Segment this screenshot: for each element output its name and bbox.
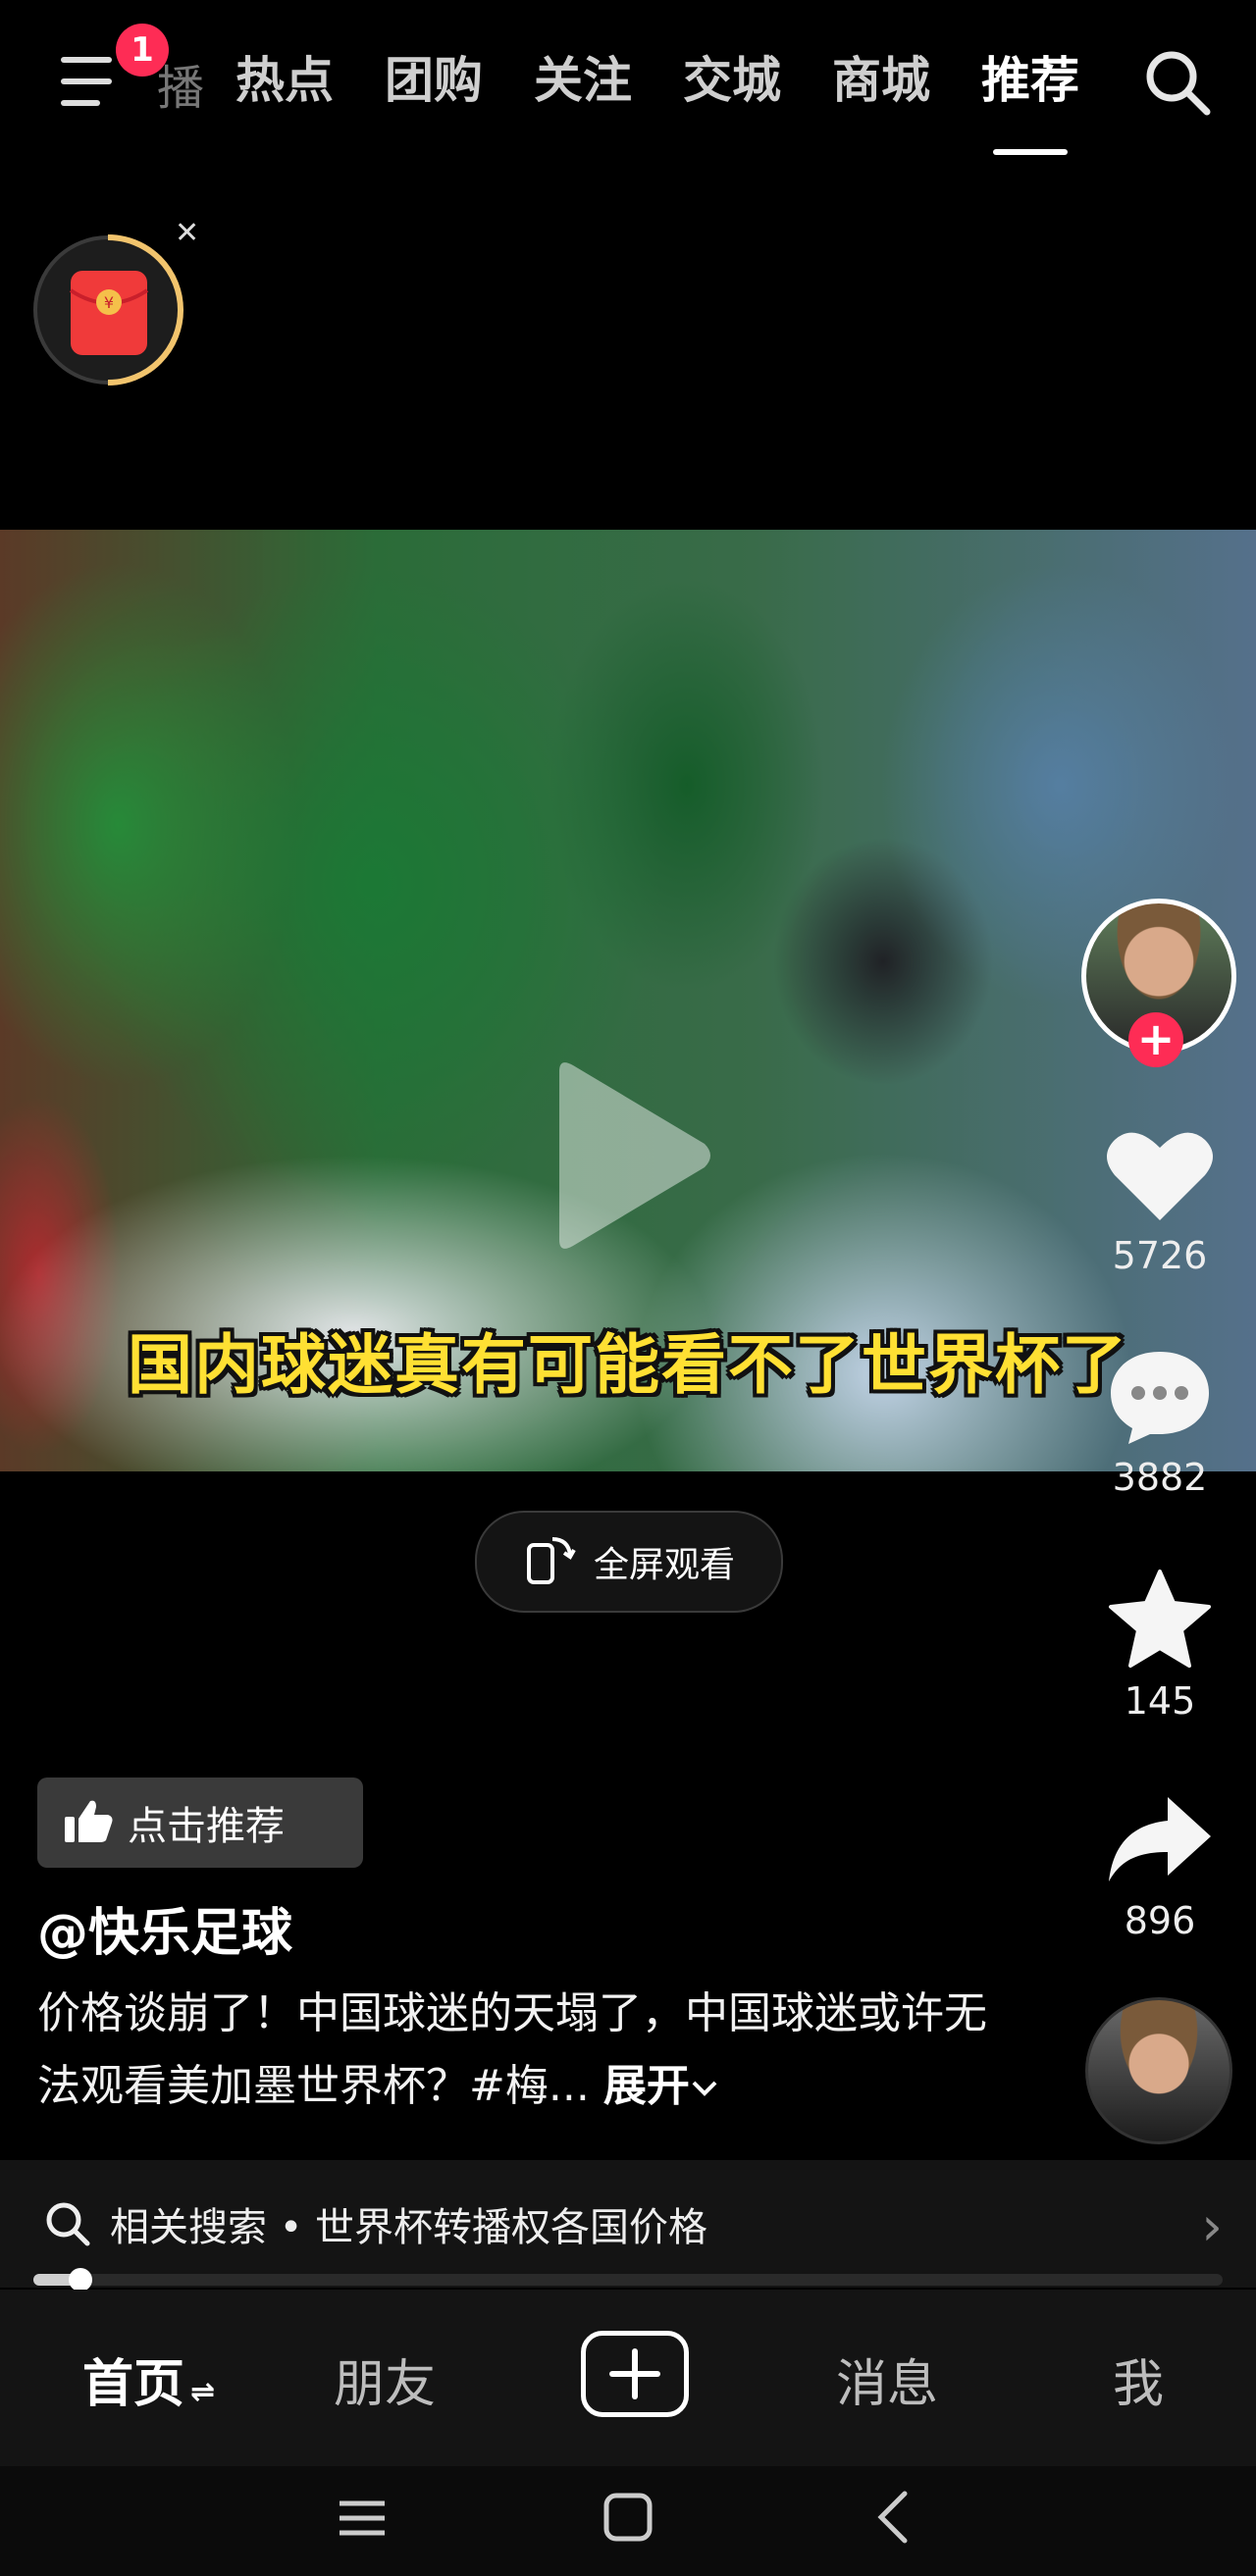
system-navigation-bar xyxy=(0,2466,1256,2576)
share-button[interactable]: 896 xyxy=(1081,1791,1238,1942)
favorite-count: 145 xyxy=(1124,1679,1196,1723)
music-disc-avatar[interactable] xyxy=(1085,1997,1232,2144)
red-packet-widget[interactable]: ¥ xyxy=(31,233,184,386)
related-search-text: 相关搜索 • 世界杯转播权各国价格 xyxy=(110,2205,708,2250)
play-icon[interactable] xyxy=(540,1057,716,1254)
nav-friends[interactable]: 朋友 xyxy=(334,2343,436,2416)
create-post-button[interactable] xyxy=(581,2331,689,2417)
author-name[interactable]: @快乐足球 xyxy=(37,1891,292,1965)
chevron-right-icon: › xyxy=(1201,2195,1223,2257)
video-description: 价格谈崩了！中国球迷的天塌了，中国球迷或许无法观看美加墨世界杯？#梅... 展开 xyxy=(37,1978,1019,2123)
recommend-button[interactable]: 点击推荐 xyxy=(37,1777,363,1868)
star-icon xyxy=(1107,1570,1213,1674)
progress-handle[interactable] xyxy=(69,2268,93,2292)
recent-apps-icon[interactable] xyxy=(338,2494,387,2547)
fullscreen-button[interactable]: 全屏观看 xyxy=(475,1511,783,1613)
top-tabs: 热点 团购 关注 交城 商城 推荐 xyxy=(236,41,1079,155)
expand-label: 展开 xyxy=(602,2061,690,2111)
description-text: 价格谈崩了！中国球迷的天塌了，中国球迷或许无法观看美加墨世界杯？#梅... xyxy=(37,1988,987,2111)
nav-home-label: 首页 xyxy=(82,2355,185,2414)
search-icon xyxy=(43,2199,92,2248)
svg-text:¥: ¥ xyxy=(104,293,114,312)
home-square-icon[interactable] xyxy=(602,2492,654,2547)
bottom-navigation: 首页 ⇌ 朋友 消息 我 xyxy=(0,2290,1256,2466)
like-count: 5726 xyxy=(1112,1234,1208,1277)
nav-me[interactable]: 我 xyxy=(1113,2343,1164,2416)
favorite-button[interactable]: 145 xyxy=(1081,1568,1238,1723)
tab-local[interactable]: 交城 xyxy=(683,41,781,112)
tab-group-buy[interactable]: 团购 xyxy=(385,41,483,112)
share-count: 896 xyxy=(1124,1899,1196,1942)
expand-button[interactable]: 展开 xyxy=(603,2061,719,2111)
nav-home[interactable]: 首页 ⇌ xyxy=(82,2343,215,2416)
heart-icon xyxy=(1105,1132,1215,1228)
follow-button[interactable]: + xyxy=(1128,1012,1183,1067)
menu-button[interactable] xyxy=(61,51,124,110)
video-caption: 国内球迷真有可能看不了世界杯了 xyxy=(128,1327,1128,1403)
video-progress-bar[interactable] xyxy=(33,2268,1223,2292)
tab-mall[interactable]: 商城 xyxy=(832,41,930,112)
comment-count: 3882 xyxy=(1112,1456,1208,1499)
close-icon[interactable]: ✕ xyxy=(175,216,199,250)
tab-following[interactable]: 关注 xyxy=(534,41,632,112)
live-tab-fragment[interactable]: 播 xyxy=(157,49,204,118)
tab-hot[interactable]: 热点 xyxy=(236,41,334,112)
tab-recommend[interactable]: 推荐 xyxy=(981,41,1079,155)
share-arrow-icon xyxy=(1105,1797,1215,1893)
fullscreen-label: 全屏观看 xyxy=(593,1545,735,1585)
search-icon[interactable] xyxy=(1138,43,1217,122)
related-search-bar[interactable]: 相关搜索 • 世界杯转播权各国价格 › xyxy=(0,2160,1256,2288)
rotate-phone-icon xyxy=(523,1533,576,1590)
like-button[interactable]: 5726 xyxy=(1081,1126,1238,1277)
back-icon[interactable] xyxy=(873,2490,913,2549)
swap-icon: ⇌ xyxy=(190,2375,216,2409)
recommend-label: 点击推荐 xyxy=(128,1804,285,1849)
thumbs-up-icon xyxy=(63,1797,114,1848)
nav-messages[interactable]: 消息 xyxy=(836,2343,938,2416)
chevron-down-icon xyxy=(690,2061,719,2111)
comment-icon xyxy=(1105,1352,1215,1450)
comment-button[interactable]: 3882 xyxy=(1081,1348,1238,1499)
